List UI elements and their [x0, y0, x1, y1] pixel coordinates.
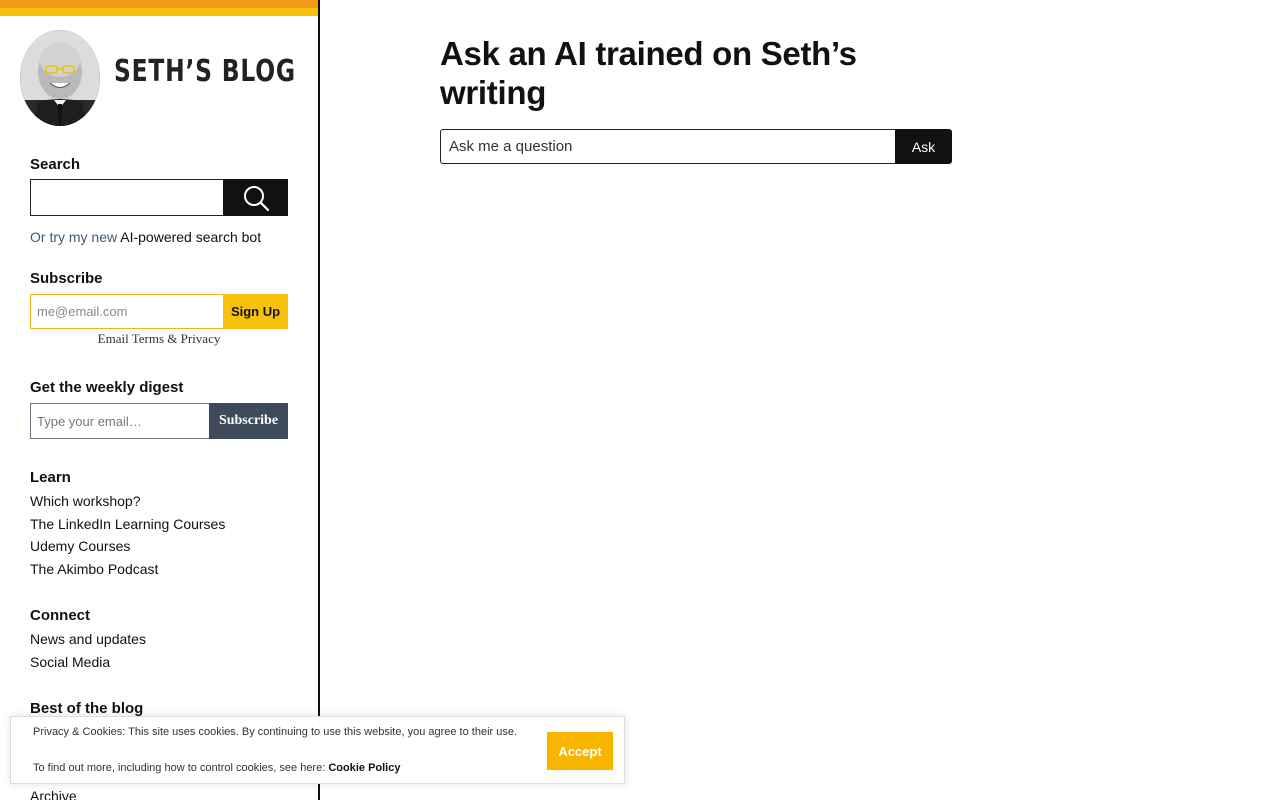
search-button[interactable] [223, 179, 288, 216]
cookie-more-info: To find out more, including how to contr… [33, 762, 400, 774]
privacy-link[interactable]: Privacy [181, 331, 221, 346]
cookie-more-info-text: To find out more, including how to contr… [33, 762, 326, 774]
cookie-banner: Privacy & Cookies: This site uses cookie… [10, 716, 625, 784]
subscribe-label: Subscribe [30, 270, 103, 287]
email-terms-line: Email Terms & Privacy [30, 331, 288, 347]
connect-item-news[interactable]: News and updates [30, 628, 146, 651]
connect-heading: Connect [30, 607, 90, 624]
cookie-notice-text: Privacy & Cookies: This site uses cookie… [33, 726, 518, 738]
learn-item-linkedin[interactable]: The LinkedIn Learning Courses [30, 513, 225, 536]
digest-form: Subscribe [30, 403, 288, 439]
digest-email-field[interactable] [30, 403, 210, 439]
search-input[interactable] [30, 179, 224, 216]
sign-up-button[interactable]: Sign Up [223, 294, 288, 329]
search-icon [243, 185, 269, 211]
learn-item-akimbo[interactable]: The Akimbo Podcast [30, 558, 225, 581]
ai-search-prefix: Or try my new [30, 229, 118, 245]
ask-form: Ask [440, 129, 952, 164]
terms-ampersand: & [167, 331, 178, 346]
best-item-archive[interactable]: Archive [30, 785, 77, 800]
learn-item-workshop[interactable]: Which workshop? [30, 490, 225, 513]
question-input[interactable] [440, 129, 896, 164]
digest-subscribe-button[interactable]: Subscribe [209, 403, 288, 439]
learn-heading: Learn [30, 469, 71, 486]
search-label: Search [30, 156, 81, 173]
main-content: Ask an AI trained on Seth’s writing Ask [440, 34, 960, 164]
best-of-blog-heading: Best of the blog [30, 700, 144, 717]
connect-list: News and updates Social Media [30, 628, 146, 673]
ask-button[interactable]: Ask [895, 129, 952, 164]
page-title: Ask an AI trained on Seth’s writing [440, 35, 857, 111]
sidebar: SETH’S BLOG Search Or try my new AI-powe… [0, 0, 320, 800]
top-stripe-orange [0, 0, 318, 8]
ai-search-promo: Or try my new AI-powered search bot [30, 229, 261, 245]
search-form [30, 179, 288, 216]
top-stripe-yellow [0, 8, 318, 16]
email-terms-link[interactable]: Email Terms [98, 331, 164, 346]
subscribe-email-field[interactable] [30, 294, 224, 329]
digest-label: Get the weekly digest [30, 379, 184, 396]
learn-list: Which workshop? The LinkedIn Learning Co… [30, 490, 225, 581]
accept-cookies-button[interactable]: Accept [547, 732, 613, 770]
learn-item-udemy[interactable]: Udemy Courses [30, 535, 225, 558]
ai-search-link[interactable]: AI-powered search bot [120, 229, 261, 245]
blog-header[interactable]: SETH’S BLOG [20, 30, 300, 130]
subscribe-form: Sign Up [30, 294, 288, 329]
cookie-policy-link[interactable]: Cookie Policy [328, 762, 400, 774]
author-portrait [20, 30, 100, 126]
best-of-blog-list: Archive [30, 785, 77, 800]
blog-title[interactable]: SETH’S BLOG [114, 54, 296, 89]
connect-item-social[interactable]: Social Media [30, 651, 146, 674]
